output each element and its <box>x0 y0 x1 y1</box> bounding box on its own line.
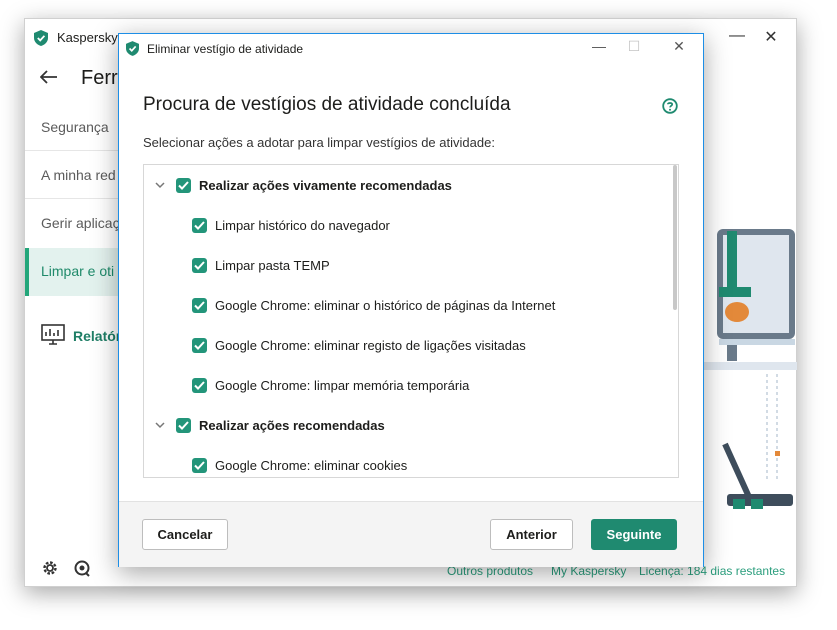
actions-tree-list: Realizar ações vivamente recomendadas Li… <box>143 164 679 478</box>
kaspersky-shield-icon <box>126 41 139 61</box>
item-checkbox[interactable] <box>192 457 207 473</box>
item-checkbox[interactable] <box>192 377 207 393</box>
dialog-close-button[interactable]: ✕ <box>661 38 697 58</box>
cancel-button[interactable]: Cancelar <box>142 519 228 550</box>
scrollbar-thumb[interactable] <box>673 165 677 310</box>
item-checkbox[interactable] <box>192 337 207 353</box>
dialog-minimize-button[interactable]: — <box>581 38 617 58</box>
dialog-heading: Procura de vestígios de atividade conclu… <box>143 94 511 115</box>
checkmark-icon <box>194 380 205 390</box>
checkmark-icon <box>178 420 189 430</box>
back-arrow-icon[interactable] <box>39 67 58 90</box>
list-item: Google Chrome: eliminar registo de ligaç… <box>192 334 526 356</box>
chevron-down-icon[interactable] <box>154 419 166 431</box>
dialog-subtitle: Selecionar ações a adotar para limpar ve… <box>143 135 495 150</box>
item-checkbox[interactable] <box>192 257 207 273</box>
checkmark-icon <box>194 260 205 270</box>
list-item: Google Chrome: eliminar cookies <box>192 454 407 476</box>
list-item: Google Chrome: eliminar o histórico de p… <box>192 294 555 316</box>
main-app-title: Kaspersky <box>57 30 118 45</box>
group-checkbox[interactable] <box>176 417 191 433</box>
cleaning-illustration <box>702 229 797 509</box>
group-label: Realizar ações recomendadas <box>199 417 385 433</box>
kaspersky-shield-icon <box>34 30 48 51</box>
reports-link[interactable]: Relatór <box>73 328 121 344</box>
checkmark-icon <box>194 340 205 350</box>
nav-divider <box>25 150 120 151</box>
next-button[interactable]: Seguinte <box>591 519 677 550</box>
previous-button[interactable]: Anterior <box>490 519 573 550</box>
support-icon[interactable] <box>73 559 91 582</box>
help-icon[interactable] <box>662 98 678 119</box>
item-label: Google Chrome: eliminar cookies <box>215 457 408 473</box>
dialog-titlebar: Eliminar vestígio de atividade — ☐ ✕ <box>119 34 703 63</box>
item-label: Google Chrome: eliminar o histórico de p… <box>215 297 556 313</box>
group-label: Realizar ações vivamente recomendadas <box>199 177 452 193</box>
nav-item-security[interactable]: Segurança <box>41 119 109 135</box>
item-label: Limpar histórico do navegador <box>215 217 390 233</box>
main-close-button[interactable]: ✕ <box>756 27 786 49</box>
group-checkbox[interactable] <box>176 177 191 193</box>
nav-item-clean-optimize-label: Limpar e oti <box>41 263 115 279</box>
dialog-footer: Cancelar Anterior Seguinte <box>119 501 703 567</box>
checkmark-icon <box>194 220 205 230</box>
dialog-maximize-button: ☐ <box>627 38 641 54</box>
reports-icon <box>41 324 65 351</box>
dialog-title: Eliminar vestígio de atividade <box>147 42 304 56</box>
list-item: Google Chrome: limpar memória temporária <box>192 374 469 396</box>
eliminate-traces-dialog: Eliminar vestígio de atividade — ☐ ✕ Pro… <box>118 33 704 567</box>
item-label: Google Chrome: eliminar registo de ligaç… <box>215 337 526 353</box>
settings-gear-icon[interactable] <box>41 559 59 582</box>
item-label: Limpar pasta TEMP <box>215 257 330 273</box>
nav-item-manage-apps[interactable]: Gerir aplicaç <box>41 215 120 231</box>
item-checkbox[interactable] <box>192 297 207 313</box>
checkmark-icon <box>194 460 205 470</box>
item-checkbox[interactable] <box>192 217 207 233</box>
checkmark-icon <box>194 300 205 310</box>
list-item: Limpar histórico do navegador <box>192 214 390 236</box>
chevron-down-icon[interactable] <box>154 179 166 191</box>
group-row-highly-recommended: Realizar ações vivamente recomendadas <box>154 174 452 196</box>
checkmark-icon <box>178 180 189 190</box>
group-row-recommended: Realizar ações recomendadas <box>154 414 385 436</box>
item-label: Google Chrome: limpar memória temporária <box>215 377 470 393</box>
nav-divider <box>25 198 120 199</box>
list-item: Limpar pasta TEMP <box>192 254 330 276</box>
list-scrollbar[interactable] <box>672 165 678 477</box>
nav-item-my-network[interactable]: A minha red <box>41 167 116 183</box>
main-minimize-button[interactable]: — <box>722 27 752 49</box>
